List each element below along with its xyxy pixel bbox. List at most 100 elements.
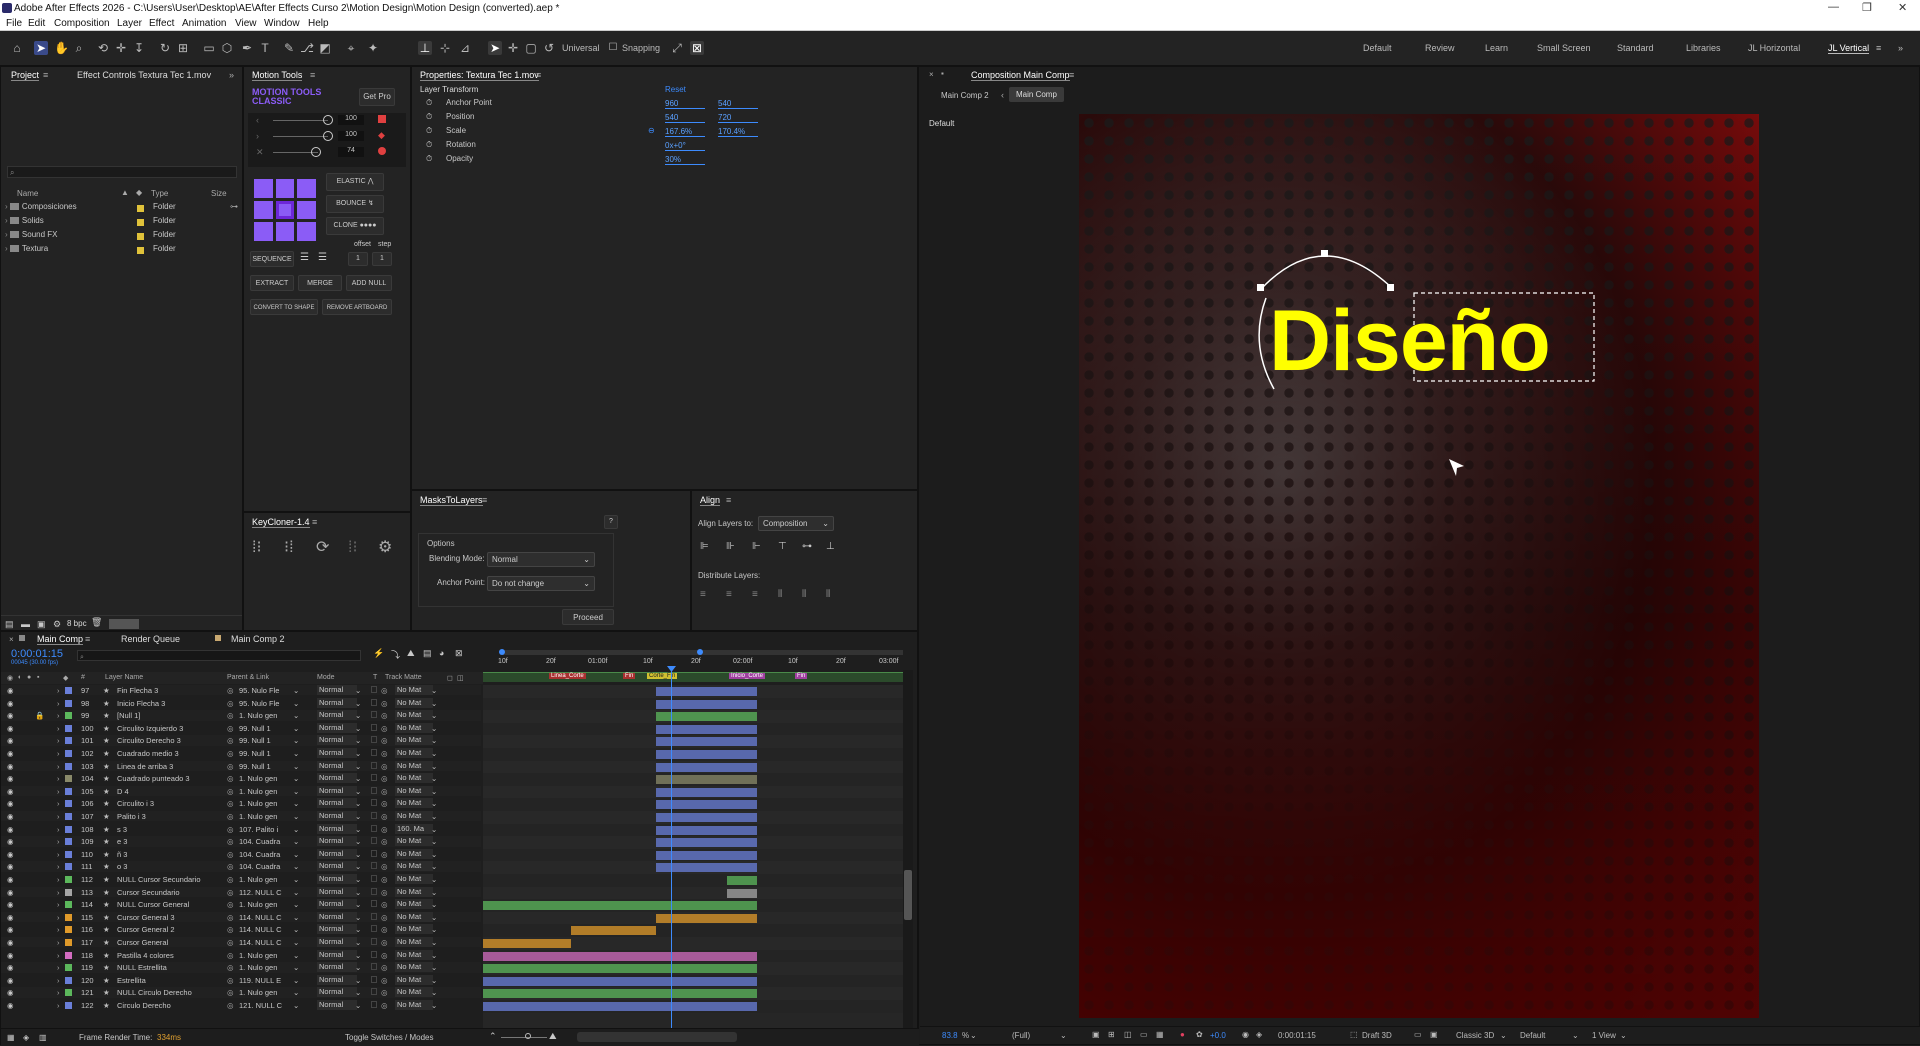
layer-name[interactable]: o 3 <box>117 862 221 871</box>
chevron-down-icon[interactable]: ⌄ <box>355 699 361 708</box>
chevron-down-icon[interactable]: ⌄ <box>293 812 299 821</box>
label-color[interactable] <box>65 976 72 984</box>
minimize-button[interactable]: — <box>1828 1 1839 13</box>
motion-menu-icon[interactable]: ≡ <box>310 70 315 80</box>
preserve-transparency-checkbox[interactable] <box>371 749 377 756</box>
timecode[interactable]: 0:00:01:15 <box>11 648 63 660</box>
eye-icon[interactable]: ◉ <box>7 825 14 834</box>
chevron-down-icon[interactable]: ⌄ <box>431 862 437 871</box>
chevron-down-icon[interactable]: ⌄ <box>355 812 361 821</box>
expand-arrow-icon[interactable]: › <box>57 762 60 771</box>
align-menu-icon[interactable]: ≡ <box>726 495 731 505</box>
comp-viewport[interactable]: Diseño <box>1079 114 1759 1018</box>
menu-help[interactable]: Help <box>308 18 329 29</box>
label-color[interactable] <box>65 901 72 909</box>
pickwhip-icon[interactable]: ◎ <box>381 774 388 783</box>
work-area-bar[interactable] <box>503 650 903 655</box>
help-button[interactable]: ? <box>604 515 618 529</box>
tab-composition[interactable]: Composition Main Comp <box>971 70 1070 81</box>
track-matte-select[interactable]: No Mat <box>395 949 433 960</box>
pickwhip-icon[interactable]: ◎ <box>381 976 388 985</box>
mode-select[interactable]: Normal <box>317 848 357 859</box>
layer-bar[interactable] <box>483 951 757 961</box>
parent-select[interactable]: 119. NULL E <box>239 976 291 985</box>
label-color[interactable] <box>65 913 72 921</box>
scale-icon[interactable]: ▢ <box>524 41 538 55</box>
label-color[interactable] <box>65 800 72 808</box>
workspace-jl-vertical[interactable]: JL Vertical <box>1828 43 1870 54</box>
align-left-icon[interactable]: ⊫ <box>700 541 709 552</box>
track-row[interactable] <box>483 974 903 988</box>
label-color[interactable] <box>65 712 72 720</box>
ease-slider-2[interactable] <box>273 136 328 137</box>
chevron-down-icon[interactable]: ⌄ <box>1620 1031 1627 1040</box>
new-folder-icon[interactable]: ▬ <box>21 619 30 629</box>
layer-name[interactable]: Fin Flecha 3 <box>117 686 221 695</box>
layer-name[interactable]: s 3 <box>117 825 221 834</box>
preserve-transparency-checkbox[interactable] <box>371 761 377 769</box>
table-row[interactable]: ◉ › 112 ★ NULL Cursor Secundario ◎ 1. Nulo gen… <box>1 874 481 885</box>
rotate-icon[interactable]: ↺ <box>542 41 556 55</box>
layer-name[interactable]: Cursor General 2 <box>117 925 221 934</box>
pickwhip-icon[interactable]: ◎ <box>227 686 234 695</box>
roto-brush-icon[interactable]: ⌖ <box>344 41 358 55</box>
col-name[interactable]: Name <box>17 189 38 202</box>
ease-value-2[interactable]: 100 <box>338 131 364 141</box>
track-matte-select[interactable]: No Mat <box>395 962 433 973</box>
scale-y-field[interactable]: 170.4% <box>718 127 758 137</box>
pickwhip-icon[interactable]: ◎ <box>227 976 234 985</box>
chevron-down-icon[interactable]: ⌄ <box>431 736 437 745</box>
chevron-down-icon[interactable]: ⌄ <box>355 837 361 846</box>
layer-name[interactable]: Cursor General <box>117 938 221 947</box>
opacity-field[interactable]: 30% <box>665 155 705 165</box>
label-icon[interactable]: ◆ <box>136 188 142 197</box>
ease-key-3-icon[interactable] <box>378 147 386 155</box>
eye-icon[interactable]: ◉ <box>7 925 14 934</box>
table-row[interactable]: ◉ › 114 ★ NULL Cursor General ◎ 1. Nulo gen ⌄ No… <box>1 899 481 910</box>
parent-select[interactable]: 114. NULL C <box>239 938 291 947</box>
pickwhip-icon[interactable]: ◎ <box>381 951 388 960</box>
roi-icon[interactable]: ▭ <box>1140 1030 1148 1039</box>
flowchart-icon[interactable]: ⊶ <box>230 202 238 211</box>
preserve-transparency-checkbox[interactable] <box>371 686 377 693</box>
preserve-transparency-checkbox[interactable] <box>371 812 377 819</box>
chevron-down-icon[interactable]: ⌄ <box>355 963 361 972</box>
pickwhip-icon[interactable]: ◎ <box>381 724 388 733</box>
track-matte-select[interactable]: No Mat <box>395 836 433 847</box>
label-color[interactable] <box>65 850 72 858</box>
table-row[interactable]: ◉ › 109 ★ e 3 ◎ 104. Cuadra ⌄ Normal ⌄ ◎ No Mat ⌄ <box>1 836 481 847</box>
anchor-grid[interactable] <box>254 179 316 241</box>
menu-composition[interactable]: Composition <box>54 18 110 29</box>
chevron-down-icon[interactable]: ⌄ <box>431 1001 437 1010</box>
pickwhip-icon[interactable]: ◎ <box>381 862 388 871</box>
playhead[interactable] <box>671 670 672 1028</box>
eye-icon[interactable]: ◉ <box>7 862 14 871</box>
3d-ground-icon[interactable]: ▭ <box>1414 1030 1422 1039</box>
scale-x-field[interactable]: 167.6% <box>665 127 705 137</box>
marker-fin-2[interactable]: Fin <box>795 673 808 679</box>
tab-effect-controls[interactable]: Effect Controls Textura Tec 1.mov <box>77 70 211 80</box>
current-time[interactable]: 0:00:01:15 <box>1278 1031 1316 1040</box>
pickwhip-icon[interactable]: ◎ <box>227 774 234 783</box>
workspace-overflow-icon[interactable]: » <box>1898 43 1903 53</box>
mode-select[interactable]: Normal <box>317 861 357 872</box>
mode-select[interactable]: Normal <box>317 836 357 847</box>
expand-arrow-icon[interactable]: › <box>57 774 60 783</box>
expand-arrow-icon[interactable]: › <box>57 699 60 708</box>
panel-overflow-icon[interactable]: » <box>229 70 234 80</box>
preserve-transparency-checkbox[interactable] <box>371 875 377 882</box>
parent-select[interactable]: 99. Null 1 <box>239 736 291 745</box>
chevron-down-icon[interactable]: ⌄ <box>431 913 437 922</box>
frame-blending-icon[interactable]: ▤ <box>423 648 432 659</box>
layer-name[interactable]: Linea de arriba 3 <box>117 762 221 771</box>
label-color[interactable] <box>65 699 72 707</box>
parent-select[interactable]: 1. Nulo gen <box>239 799 291 808</box>
track-row[interactable] <box>483 899 903 912</box>
label-color[interactable] <box>65 939 72 946</box>
snapshot-icon[interactable]: ◉ <box>1242 1030 1249 1039</box>
preserve-transparency-checkbox[interactable] <box>371 988 377 996</box>
pickwhip-icon[interactable]: ◎ <box>381 938 388 947</box>
pickwhip-icon[interactable]: ◎ <box>381 875 388 884</box>
preserve-transparency-checkbox[interactable] <box>371 799 377 807</box>
layer-name[interactable]: Palito i 3 <box>117 812 221 821</box>
